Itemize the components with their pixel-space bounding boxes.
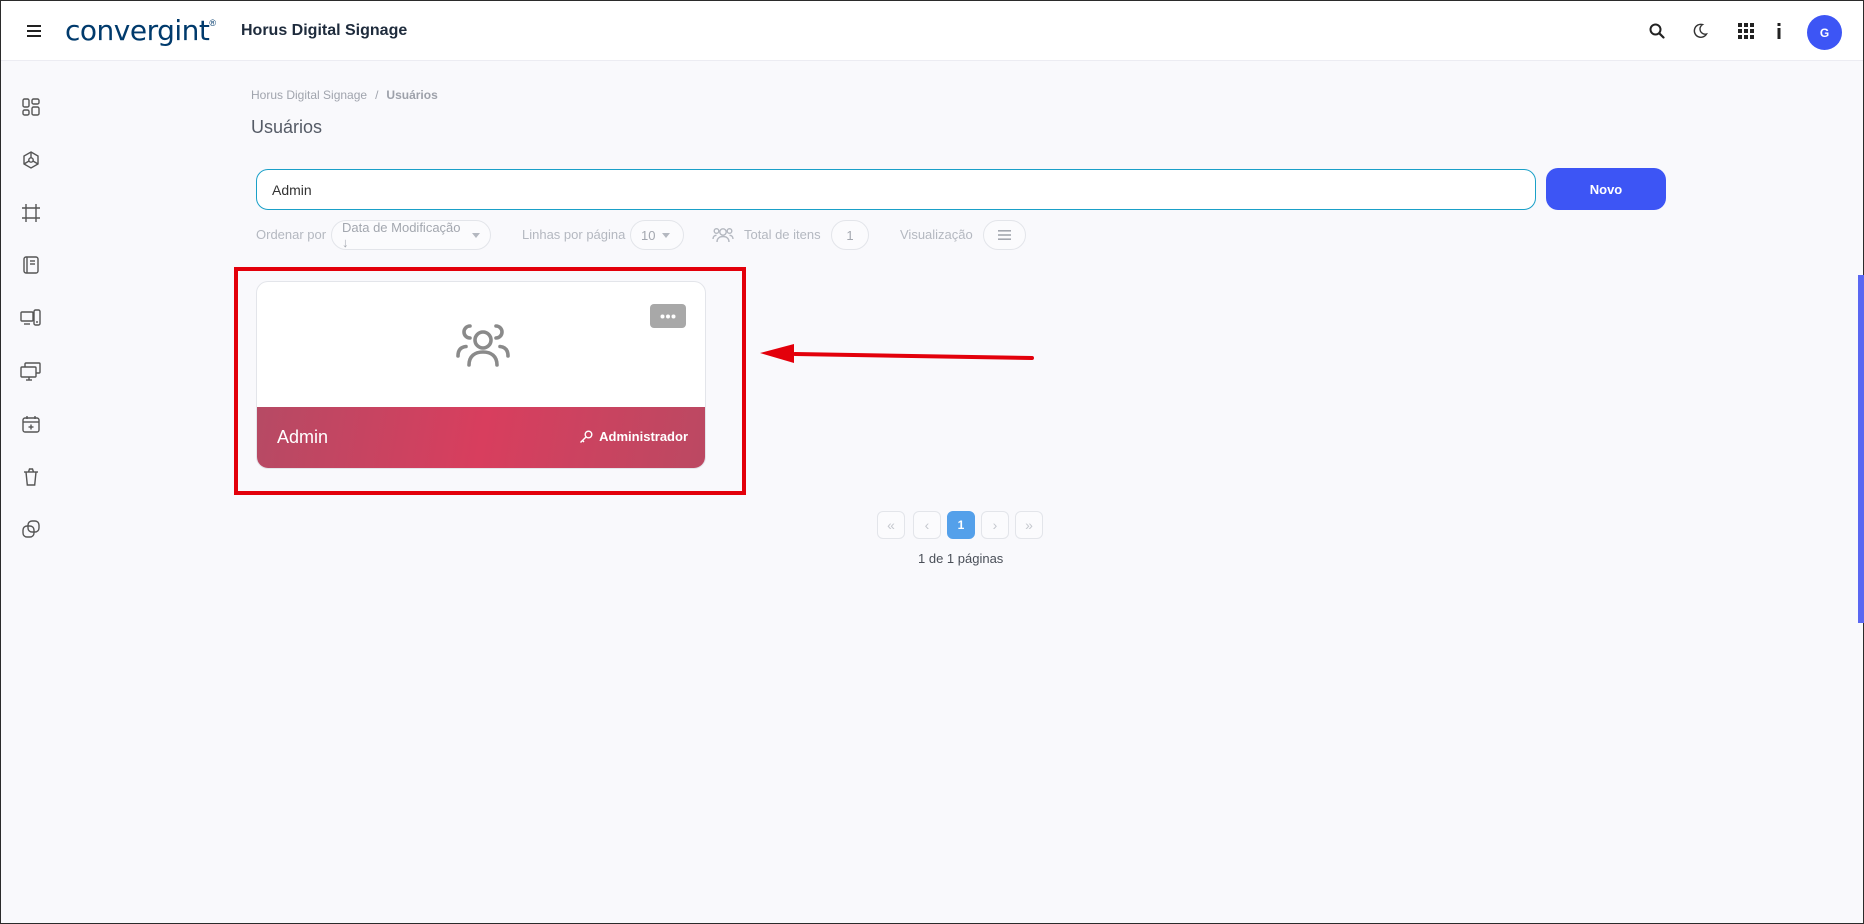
card-user-name: Admin	[277, 427, 329, 447]
card-user-role: Administrador	[579, 429, 688, 444]
devices-icon	[20, 309, 41, 326]
frame-icon	[22, 204, 40, 222]
sidebar-item-dashboard[interactable]	[19, 95, 43, 119]
top-header: convergint ® Horus Digital Signage G	[1, 1, 1863, 61]
chevron-down-icon	[472, 232, 480, 238]
pagination-first[interactable]: «	[877, 511, 905, 539]
sidebar-item-calendar[interactable]	[19, 412, 43, 436]
card-menu-button[interactable]	[650, 304, 686, 328]
new-button[interactable]: Novo	[1546, 168, 1666, 210]
screens-icon	[20, 362, 41, 381]
card-footer: Admin Administrador	[257, 407, 705, 468]
rows-value: 10	[641, 227, 656, 243]
total-label: Total de itens	[744, 227, 821, 242]
sidebar-item-screens[interactable]	[19, 359, 43, 383]
pagination-page-1[interactable]: 1	[947, 511, 975, 539]
more-icon	[660, 314, 676, 318]
card-role-label: Administrador	[599, 429, 688, 444]
breadcrumb-current: Usuários	[386, 88, 438, 102]
view-toggle[interactable]	[983, 220, 1026, 250]
sort-label: Ordenar por	[256, 227, 327, 242]
scrollbar-accent	[1858, 275, 1864, 623]
breadcrumb-root[interactable]: Horus Digital Signage	[251, 88, 367, 102]
users-group-icon	[455, 320, 511, 370]
menu-icon[interactable]	[23, 20, 45, 42]
pagination-info: 1 de 1 páginas	[918, 551, 1004, 566]
arrow-annotation	[760, 344, 1034, 363]
sidebar-item-content[interactable]	[19, 253, 43, 277]
logo-mark: ®	[209, 18, 217, 28]
breadcrumb: Horus Digital Signage / Usuários	[251, 88, 438, 102]
sidebar	[1, 62, 61, 922]
sidebar-item-trash[interactable]	[19, 465, 43, 489]
content-icon	[23, 256, 39, 274]
app-title: Horus Digital Signage	[241, 22, 408, 39]
pagination-last[interactable]: »	[1015, 511, 1043, 539]
sidebar-item-devices[interactable]	[19, 306, 43, 330]
sidebar-item-frame[interactable]	[19, 201, 43, 225]
key-icon	[579, 430, 593, 444]
pagination-prev[interactable]: ‹	[913, 511, 941, 539]
search-icon[interactable]	[1646, 20, 1668, 42]
users-icon	[712, 225, 734, 250]
sort-select[interactable]: Data de Modificação ↓	[331, 220, 491, 250]
page-title: Usuários	[251, 117, 323, 137]
logo-text: convergint	[65, 14, 210, 47]
apps-grid-icon[interactable]	[1735, 20, 1757, 42]
info-icon[interactable]	[1768, 20, 1790, 42]
dashboard-icon	[22, 98, 40, 116]
trash-icon	[24, 468, 38, 486]
breadcrumb-separator: /	[375, 88, 379, 102]
total-value: 1	[846, 227, 854, 243]
hub-icon	[23, 151, 39, 169]
view-label: Visualização	[900, 227, 973, 242]
list-icon	[998, 230, 1011, 240]
chevron-down-icon	[662, 232, 671, 238]
copy-link-icon	[22, 520, 40, 538]
calendar-add-icon	[22, 416, 40, 433]
sidebar-item-hub[interactable]	[19, 148, 43, 172]
rows-label: Linhas por página	[522, 227, 626, 242]
rows-select[interactable]: 10	[630, 220, 684, 250]
logo[interactable]: convergint ®	[65, 14, 216, 48]
avatar[interactable]: G	[1807, 15, 1842, 50]
sidebar-item-integrations[interactable]	[19, 517, 43, 541]
user-card[interactable]: Admin Administrador	[256, 281, 706, 469]
sort-value: Data de Modificação ↓	[342, 220, 461, 250]
search-input[interactable]	[256, 169, 1536, 210]
pagination-next[interactable]: ›	[981, 511, 1009, 539]
moon-icon[interactable]	[1689, 20, 1711, 42]
total-badge: 1	[831, 220, 869, 250]
